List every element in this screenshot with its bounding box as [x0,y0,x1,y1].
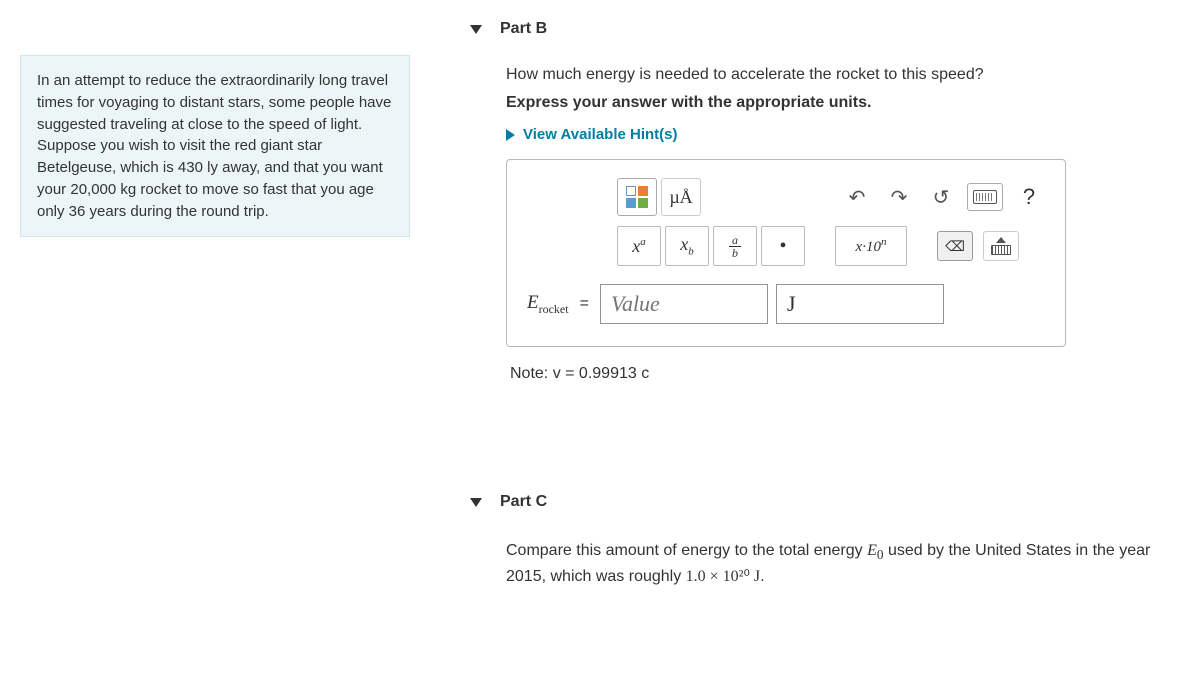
help-button[interactable]: ? [1013,181,1045,213]
undo-icon: ↶ [849,185,866,210]
clear-button[interactable]: ⌫ [937,231,973,261]
templates-icon [626,186,648,208]
toolbar-format: xa xb ab • x·10n ⌫ [617,226,1045,266]
input-row: Erocket = [527,284,1045,324]
backspace-icon: ⌫ [945,238,965,255]
templates-button[interactable] [617,178,657,216]
toolbar-top: µÅ ↶ ↷ ↺ ? [617,178,1045,216]
part-c-header[interactable]: Part C [470,483,1180,521]
triangle-up-icon [996,237,1006,243]
answer-box: µÅ ↶ ↷ ↺ ? [506,159,1066,347]
keyboard-mini-icon [991,245,1011,255]
dot-button[interactable]: • [761,226,805,266]
keyboard-icon [973,190,997,204]
fraction-button[interactable]: ab [713,226,757,266]
caret-right-icon [506,129,515,141]
value-input[interactable] [600,284,768,324]
equals-sign: = [580,295,589,313]
part-b-instruction: Express your answer with the appropriate… [506,94,1180,112]
special-chars-button[interactable]: µÅ [661,178,701,216]
reset-button[interactable]: ↺ [925,181,957,213]
variable-label: Erocket [527,292,569,317]
caret-down-icon [470,25,482,34]
problem-statement: In an attempt to reduce the extraordinar… [20,55,410,237]
part-c-title: Part C [500,493,547,511]
note-text: Note: v = 0.99913 c [506,365,1180,383]
reset-icon: ↺ [933,185,950,210]
keyboard-button[interactable] [967,183,1003,211]
part-b-header[interactable]: Part B [470,10,1180,48]
part-c-text: Compare this amount of energy to the tot… [506,539,1180,589]
help-icon: ? [1023,184,1035,210]
redo-icon: ↷ [891,185,908,210]
redo-button[interactable]: ↷ [883,181,915,213]
subscript-button[interactable]: xb [665,226,709,266]
caret-down-icon [470,498,482,507]
part-b-title: Part B [500,20,547,38]
superscript-button[interactable]: xa [617,226,661,266]
problem-text: In an attempt to reduce the extraordinar… [37,72,391,220]
hints-label: View Available Hint(s) [523,126,678,143]
part-b-question: How much energy is needed to accelerate … [506,66,1180,84]
scientific-button[interactable]: x·10n [835,226,907,266]
undo-button[interactable]: ↶ [841,181,873,213]
keyboard-toggle-button[interactable] [983,231,1019,261]
view-hints-link[interactable]: View Available Hint(s) [506,126,1180,143]
unit-input[interactable] [776,284,944,324]
